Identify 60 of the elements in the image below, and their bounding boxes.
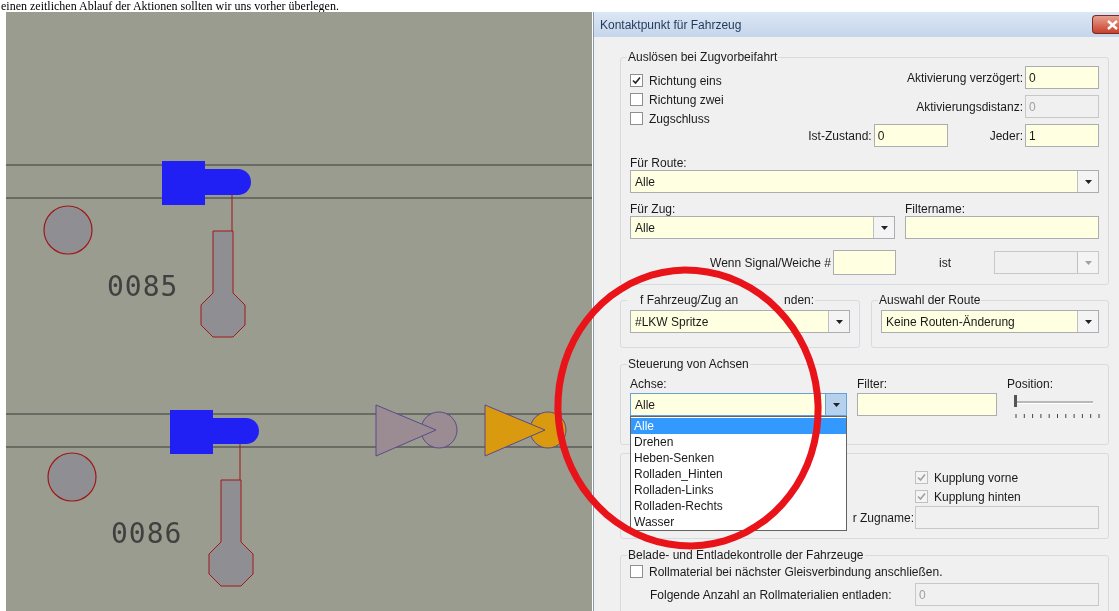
checkbox-label: Richtung eins [649,73,722,88]
dropdown[interactable]: Keine Routen-Änderung [881,310,1099,333]
checkbox-label: Zugschluss [649,111,710,126]
checkbox-label: Rollmaterial bei nächster Gleisverbindung anschließen. [649,564,943,579]
checkbox[interactable] [630,565,643,578]
text-field[interactable] [905,216,1099,239]
group-title: Steuerung von Achsen [627,357,750,371]
field-label: Achse: [630,377,667,391]
field-label: Folgende Anzahl an Rollmaterialien entladen: [650,587,892,602]
field-label: Aktivierung verzögert: [906,70,1023,85]
circle-marker [47,452,97,502]
window-title: Kontaktpunkt für Fahrzeug [600,17,742,32]
dropdown[interactable]: Alle [630,216,895,239]
caret-icon [880,225,888,230]
field-label: Position: [1007,377,1054,391]
dropdown-option[interactable]: Wasser [631,514,846,530]
field-label: Filtername: [905,202,966,216]
caption-text: einen zeitlichen Ablauf der Aktionen sollten wir uns vorher überlegen. [0,0,339,12]
caret-icon [1084,260,1092,265]
dropdown-option[interactable]: Rolladen-Rechts [631,498,846,514]
block-number: 0085 [107,270,179,303]
field-label: Jeder: [988,128,1023,143]
caret-icon [832,402,840,407]
field-label: Für Zug: [630,202,676,216]
circle-marker [43,205,93,255]
text-field[interactable]: 1 [1025,124,1099,147]
close-icon [1107,19,1118,30]
field-label: ist [938,255,952,270]
text-field[interactable]: 0 [873,124,948,147]
group-title: nden: [784,293,815,307]
group-title: Auswahl der Route [878,293,982,307]
checkbox[interactable] [630,93,643,106]
dropdown[interactable]: Alle [630,170,1099,193]
caret-icon [1084,179,1092,184]
field-label: Wenn Signal/Weiche # [709,255,831,270]
text-field[interactable] [833,250,896,275]
dropdown-option[interactable]: Rolladen_Hinten [631,466,846,482]
checkbox[interactable] [630,112,643,125]
dropdown[interactable]: #LKW Spritze [630,310,850,333]
field-label: Filter: [857,377,887,391]
block-number: 0086 [111,517,183,550]
checkbox-label: Kupplung hinten [934,489,1021,504]
group-title: f Fahrzeug/Zug an [640,293,739,307]
field-label: Für Route: [630,156,687,170]
group-title: Auslösen bei Zugvorbeifahrt [627,50,779,64]
group-title: Belade- und Entladekontrolle der Fahrzeuge [627,548,865,562]
dropdown-option[interactable]: Heben-Senken [631,450,846,466]
checkbox[interactable] [630,74,643,87]
text-field[interactable] [857,393,997,416]
checkbox-label: Kupplung vorne [934,470,1019,485]
field-label: r Zugname: [852,510,915,525]
dropdown-option[interactable]: Rolladen-Links [631,482,846,498]
slider-thumb[interactable] [1014,395,1017,407]
caret-icon [1084,319,1092,324]
field-label: Aktivierungsdistanz: [916,99,1023,114]
text-field[interactable]: 0 [1025,66,1099,89]
checkbox-label: Richtung zwei [649,92,724,107]
dropdown-option[interactable]: Drehen [631,434,846,450]
field-label: Ist-Zustand: [808,128,872,143]
caret-icon [835,319,843,324]
